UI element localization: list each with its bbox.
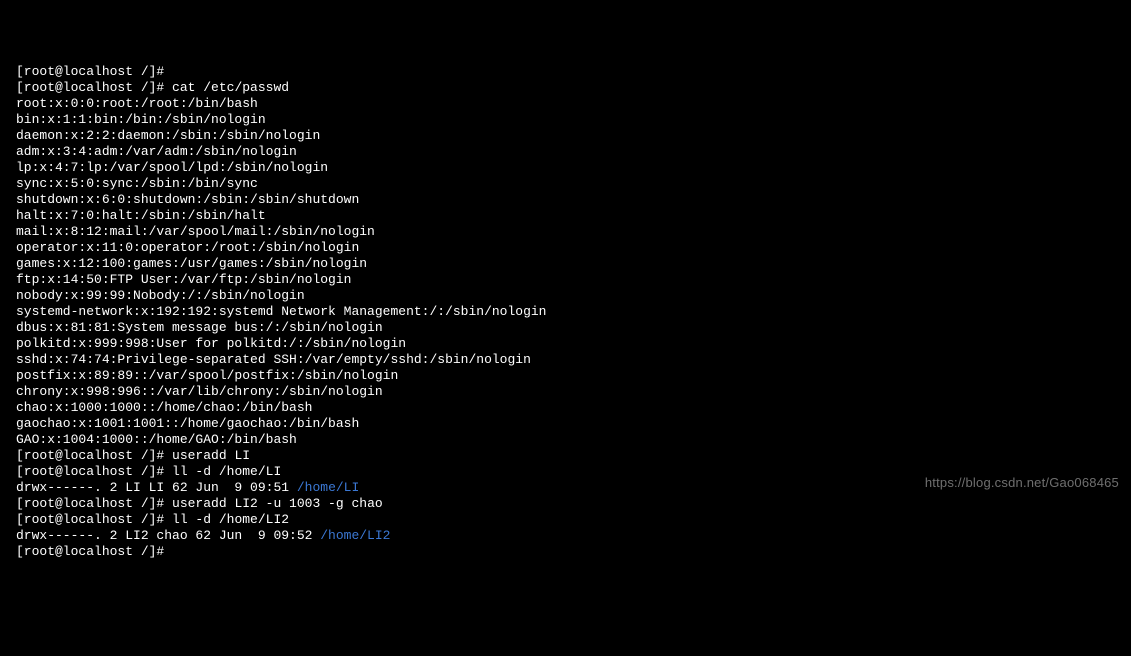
terminal-line: postfix:x:89:89::/var/spool/postfix:/sbi… <box>16 368 1115 384</box>
terminal-line: chao:x:1000:1000::/home/chao:/bin/bash <box>16 400 1115 416</box>
terminal-line: bin:x:1:1:bin:/bin:/sbin/nologin <box>16 112 1115 128</box>
output-text: polkitd:x:999:998:User for polkitd:/:/sb… <box>16 336 406 351</box>
shell-command: cat /etc/passwd <box>172 80 289 95</box>
shell-command: useradd LI <box>172 448 250 463</box>
output-text: halt:x:7:0:halt:/sbin:/sbin/halt <box>16 208 266 223</box>
shell-prompt: [root@localhost /]# <box>16 496 172 511</box>
output-text: GAO:x:1004:1000::/home/GAO:/bin/bash <box>16 432 297 447</box>
terminal-line: [root@localhost /]# cat /etc/passwd <box>16 80 1115 96</box>
output-text: root:x:0:0:root:/root:/bin/bash <box>16 96 258 111</box>
output-text: drwx------. 2 LI2 chao 62 Jun 9 09:52 <box>16 528 320 543</box>
shell-prompt: [root@localhost /]# <box>16 544 172 559</box>
output-text: shutdown:x:6:0:shutdown:/sbin:/sbin/shut… <box>16 192 359 207</box>
output-text: postfix:x:89:89::/var/spool/postfix:/sbi… <box>16 368 398 383</box>
terminal-line: adm:x:3:4:adm:/var/adm:/sbin/nologin <box>16 144 1115 160</box>
terminal-line: [root@localhost /]# useradd LI2 -u 1003 … <box>16 496 1115 512</box>
output-text: dbus:x:81:81:System message bus:/:/sbin/… <box>16 320 383 335</box>
watermark-text: https://blog.csdn.net/Gao068465 <box>925 475 1119 491</box>
terminal-line: nobody:x:99:99:Nobody:/:/sbin/nologin <box>16 288 1115 304</box>
terminal-line: sync:x:5:0:sync:/sbin:/bin/sync <box>16 176 1115 192</box>
terminal-line: games:x:12:100:games:/usr/games:/sbin/no… <box>16 256 1115 272</box>
directory-path: /home/LI <box>297 480 359 495</box>
output-text: nobody:x:99:99:Nobody:/:/sbin/nologin <box>16 288 305 303</box>
terminal-line: shutdown:x:6:0:shutdown:/sbin:/sbin/shut… <box>16 192 1115 208</box>
terminal-line: drwx------. 2 LI2 chao 62 Jun 9 09:52 /h… <box>16 528 1115 544</box>
shell-command: useradd LI2 -u 1003 -g chao <box>172 496 383 511</box>
shell-prompt: [root@localhost /]# <box>16 512 172 527</box>
terminal-line: systemd-network:x:192:192:systemd Networ… <box>16 304 1115 320</box>
output-text: sync:x:5:0:sync:/sbin:/bin/sync <box>16 176 258 191</box>
shell-prompt: [root@localhost /]# <box>16 80 172 95</box>
output-text: ftp:x:14:50:FTP User:/var/ftp:/sbin/nolo… <box>16 272 351 287</box>
output-text: bin:x:1:1:bin:/bin:/sbin/nologin <box>16 112 266 127</box>
terminal-line: halt:x:7:0:halt:/sbin:/sbin/halt <box>16 208 1115 224</box>
shell-command: ll -d /home/LI <box>172 464 281 479</box>
terminal-line: chrony:x:998:996::/var/lib/chrony:/sbin/… <box>16 384 1115 400</box>
terminal-line: sshd:x:74:74:Privilege-separated SSH:/va… <box>16 352 1115 368</box>
terminal-line: operator:x:11:0:operator:/root:/sbin/nol… <box>16 240 1115 256</box>
terminal-line: dbus:x:81:81:System message bus:/:/sbin/… <box>16 320 1115 336</box>
directory-path: /home/LI2 <box>320 528 390 543</box>
output-text: systemd-network:x:192:192:systemd Networ… <box>16 304 547 319</box>
output-text: daemon:x:2:2:daemon:/sbin:/sbin/nologin <box>16 128 320 143</box>
output-text: drwx------. 2 LI LI 62 Jun 9 09:51 <box>16 480 297 495</box>
terminal-line: [root@localhost /]# <box>16 544 1115 560</box>
terminal-line: polkitd:x:999:998:User for polkitd:/:/sb… <box>16 336 1115 352</box>
terminal-line: [root@localhost /]# ll -d /home/LI2 <box>16 512 1115 528</box>
output-text: chrony:x:998:996::/var/lib/chrony:/sbin/… <box>16 384 383 399</box>
shell-prompt: [root@localhost /]# <box>16 448 172 463</box>
terminal-line: [root@localhost /]# <box>16 64 1115 80</box>
terminal-line: daemon:x:2:2:daemon:/sbin:/sbin/nologin <box>16 128 1115 144</box>
terminal-line: root:x:0:0:root:/root:/bin/bash <box>16 96 1115 112</box>
terminal-line: lp:x:4:7:lp:/var/spool/lpd:/sbin/nologin <box>16 160 1115 176</box>
shell-prompt: [root@localhost /]# <box>16 64 172 79</box>
terminal-line: gaochao:x:1001:1001::/home/gaochao:/bin/… <box>16 416 1115 432</box>
output-text: gaochao:x:1001:1001::/home/gaochao:/bin/… <box>16 416 359 431</box>
shell-prompt: [root@localhost /]# <box>16 464 172 479</box>
output-text: lp:x:4:7:lp:/var/spool/lpd:/sbin/nologin <box>16 160 328 175</box>
terminal-line: [root@localhost /]# useradd LI <box>16 448 1115 464</box>
output-text: mail:x:8:12:mail:/var/spool/mail:/sbin/n… <box>16 224 375 239</box>
output-text: adm:x:3:4:adm:/var/adm:/sbin/nologin <box>16 144 297 159</box>
output-text: chao:x:1000:1000::/home/chao:/bin/bash <box>16 400 312 415</box>
terminal-line: mail:x:8:12:mail:/var/spool/mail:/sbin/n… <box>16 224 1115 240</box>
terminal-line: ftp:x:14:50:FTP User:/var/ftp:/sbin/nolo… <box>16 272 1115 288</box>
terminal-line: GAO:x:1004:1000::/home/GAO:/bin/bash <box>16 432 1115 448</box>
output-text: sshd:x:74:74:Privilege-separated SSH:/va… <box>16 352 531 367</box>
output-text: operator:x:11:0:operator:/root:/sbin/nol… <box>16 240 359 255</box>
output-text: games:x:12:100:games:/usr/games:/sbin/no… <box>16 256 367 271</box>
shell-command: ll -d /home/LI2 <box>172 512 289 527</box>
